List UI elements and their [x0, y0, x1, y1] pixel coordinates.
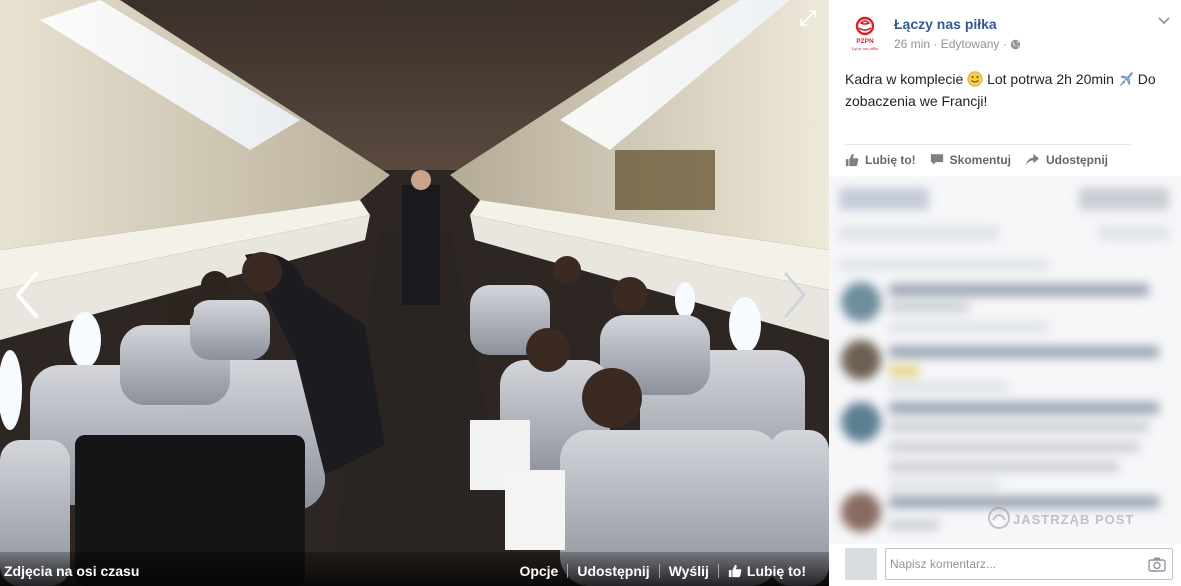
post-meta: 26 min · Edytowany · — [894, 37, 1021, 51]
chevron-down-icon[interactable] — [1157, 14, 1171, 28]
share-label: Udostępnij — [1046, 152, 1108, 167]
meta-separator: · — [1002, 37, 1007, 51]
post-time[interactable]: 26 min — [894, 37, 930, 51]
like-photo-label: Lubię to! — [746, 563, 806, 579]
meta-separator: · — [933, 37, 938, 51]
options-button[interactable]: Opcje — [510, 563, 567, 579]
edited-label[interactable]: Edytowany — [941, 37, 1000, 51]
comment-button[interactable]: Skomentuj — [930, 153, 1011, 167]
post-text-part2: Lot potrwa 2h 20min — [987, 71, 1114, 87]
comment-icon — [930, 154, 943, 165]
share-icon — [1026, 153, 1039, 166]
smile-emoji-icon — [967, 71, 983, 87]
watermark-text: JASTRZĄB POST — [1013, 512, 1135, 527]
page-name-link[interactable]: Łączy nas piłka — [894, 16, 997, 32]
post-text: Kadra w komplecie Lot potrwa 2h 20min Do… — [845, 68, 1171, 112]
nav-left-icon[interactable] — [10, 268, 44, 322]
photo-actions: Opcje Udostępnij Wyślij Lubię to! — [510, 563, 815, 579]
album-link[interactable]: Zdjęcia na osi czasu — [4, 563, 139, 579]
thumbs-up-icon — [845, 153, 859, 166]
pzpn-logo-avatar[interactable]: PZPN Łączy nas piłka — [845, 14, 885, 54]
globe-icon[interactable] — [1010, 39, 1021, 50]
share-photo-button[interactable]: Udostępnij — [568, 563, 658, 579]
post-sidebar: PZPN Łączy nas piłka Łączy nas piłka 26 … — [829, 0, 1181, 586]
airplane-cabin-photo — [0, 0, 829, 586]
post-actions: Lubię to! Skomentuj Udostępnij — [845, 144, 1131, 174]
user-avatar — [845, 548, 877, 580]
logo-tagline: Łączy nas piłka — [851, 46, 878, 51]
post-text-part1: Kadra w komplecie — [845, 71, 964, 87]
photo-action-bar: Zdjęcia na osi czasu Opcje Udostępnij Wy… — [0, 552, 829, 586]
comment-box[interactable] — [885, 548, 1173, 580]
thumbs-up-icon — [728, 564, 742, 578]
like-photo-button[interactable]: Lubię to! — [719, 563, 815, 579]
like-button[interactable]: Lubię to! — [845, 153, 916, 167]
comment-label: Skomentuj — [949, 152, 1011, 167]
share-button[interactable]: Udostępnij — [1025, 153, 1108, 167]
comments-section-blurred — [829, 176, 1181, 544]
send-button[interactable]: Wyślij — [660, 563, 718, 579]
like-label: Lubię to! — [865, 152, 916, 167]
camera-icon[interactable] — [1148, 556, 1166, 572]
photo-viewer[interactable]: Zdjęcia na osi czasu Opcje Udostępnij Wy… — [0, 0, 829, 586]
comment-input[interactable] — [886, 549, 1126, 579]
expand-icon[interactable] — [798, 8, 818, 28]
watermark-logo-icon — [988, 507, 1010, 529]
nav-right-icon[interactable] — [778, 268, 812, 322]
logo-text: PZPN — [856, 38, 874, 45]
airplane-emoji-icon — [1119, 72, 1133, 86]
